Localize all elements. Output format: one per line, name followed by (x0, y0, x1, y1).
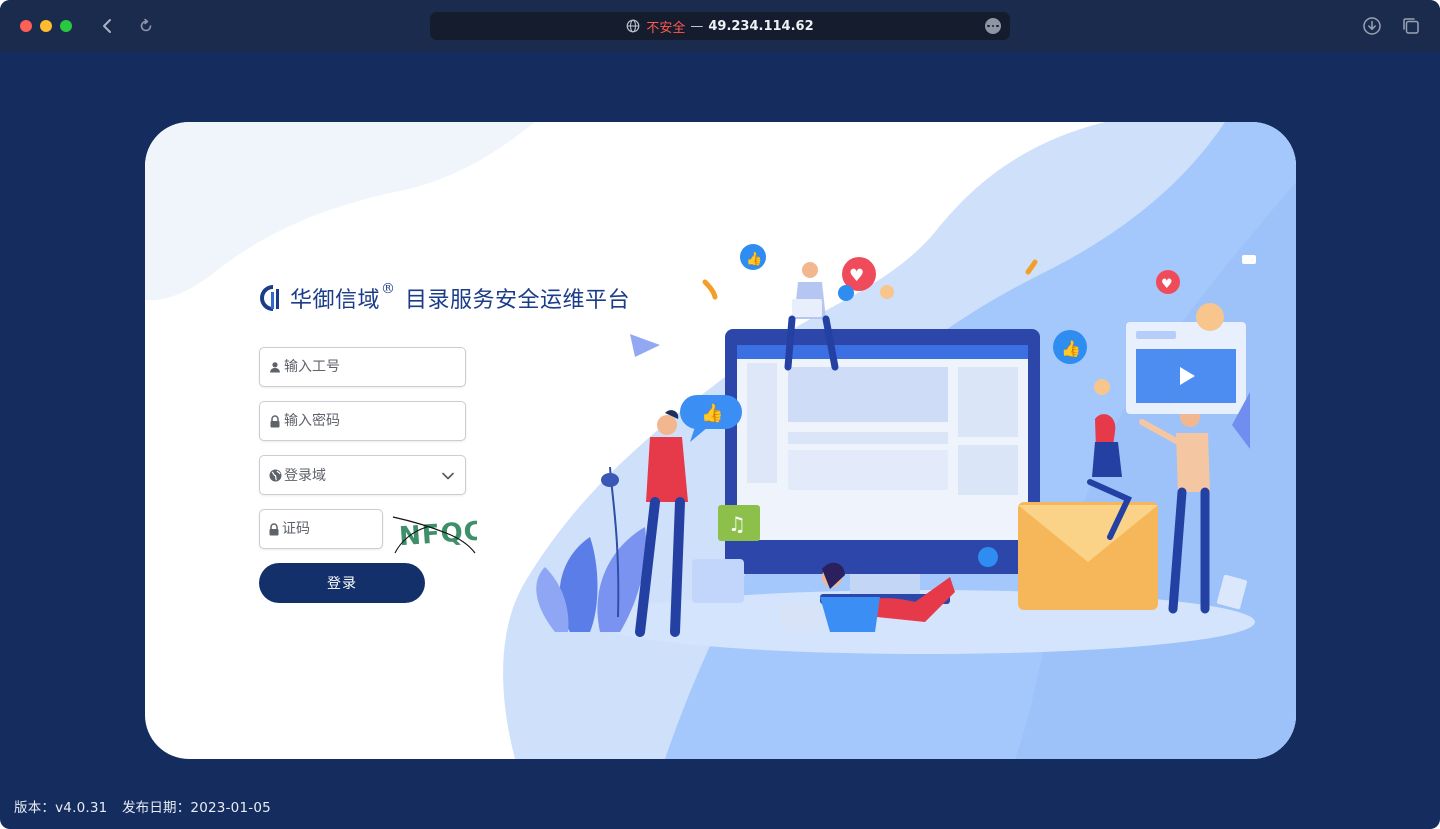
version-footer: 版本：v4.0.31 发布日期：2023-01-05 (14, 796, 271, 816)
back-icon (103, 19, 111, 33)
brand-logo-icon (260, 285, 279, 311)
password-input[interactable] (284, 413, 444, 429)
brand-name: 华御信域 (290, 288, 381, 313)
tabs-icon (1403, 18, 1419, 34)
minimize-window-button[interactable] (40, 20, 52, 32)
music-note-icon: ♫ (728, 512, 746, 536)
svg-text:👍: 👍 (746, 251, 762, 267)
svg-text:♥: ♥ (849, 266, 864, 286)
social-media-illustration: 👍 ♫ 👍 ♥ 👍 ♥ (536, 244, 1256, 654)
login-card: 华御信域 ® 目录服务安全运维平台 登录域 (145, 122, 1296, 759)
login-button[interactable]: 登录 (259, 563, 425, 603)
captcha-input[interactable] (282, 521, 382, 537)
reload-icon (140, 18, 152, 32)
person-left (635, 410, 688, 637)
globe-icon (268, 468, 282, 482)
svg-text:♥: ♥ (1161, 277, 1173, 292)
registered-mark: ® (381, 281, 396, 297)
chevron-down-icon (442, 472, 454, 480)
password-field[interactable] (259, 401, 466, 441)
more-icon[interactable] (985, 18, 1001, 34)
svg-text:👍: 👍 (701, 402, 723, 424)
browser-toolbar: 不安全 — 49.234.114.62 (0, 0, 1440, 52)
download-icon (1363, 17, 1381, 35)
svg-text:👍: 👍 (1061, 339, 1081, 358)
tab-overview-button[interactable] (1401, 16, 1421, 36)
downloads-button[interactable] (1362, 16, 1382, 36)
lock-icon (268, 414, 282, 428)
plant-decoration (536, 466, 646, 632)
close-window-button[interactable] (20, 20, 32, 32)
security-status: 不安全 (646, 20, 686, 36)
captcha-image[interactable]: NFQC (391, 511, 477, 555)
globe-icon (626, 19, 640, 33)
release-date-text: 发布日期：2023-01-05 (121, 800, 271, 816)
back-button[interactable] (95, 14, 119, 38)
username-input[interactable] (284, 359, 444, 375)
zoom-window-button[interactable] (60, 20, 72, 32)
version-text: 版本：v4.0.31 (14, 800, 108, 816)
captcha-field[interactable] (259, 509, 383, 549)
reload-button[interactable] (134, 14, 158, 38)
user-icon (268, 360, 282, 374)
login-domain-value: 登录域 (284, 468, 326, 484)
address-separator: — (690, 18, 704, 34)
username-field[interactable] (259, 347, 466, 387)
address-bar[interactable]: 不安全 — 49.234.114.62 (430, 12, 1010, 40)
envelope-graphic (1018, 502, 1158, 610)
lock-icon (268, 522, 280, 536)
video-card (1126, 322, 1246, 414)
address-host: 49.234.114.62 (708, 18, 814, 34)
chat-card (692, 559, 744, 603)
browser-window: 不安全 — 49.234.114.62 华御信域 ® 目录服务安全运维平台 输入… (0, 0, 1440, 829)
login-domain-select[interactable]: 登录域 (259, 455, 466, 495)
